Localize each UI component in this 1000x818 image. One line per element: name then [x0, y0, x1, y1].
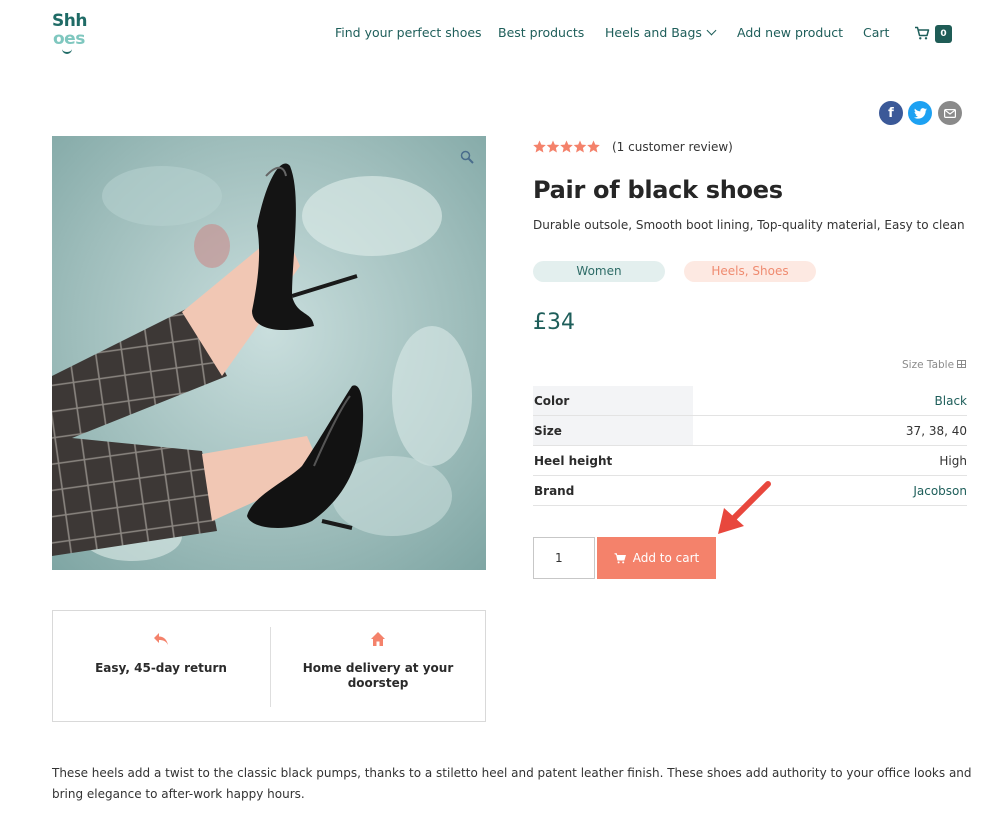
- features-box: Easy, 45-day return Home delivery at you…: [52, 610, 486, 722]
- product-short-description: Durable outsole, Smooth boot lining, Top…: [533, 218, 965, 232]
- return-arrow-icon: [154, 633, 168, 645]
- nav-item-add-product[interactable]: Add new product: [737, 25, 843, 40]
- attribute-label: Color: [533, 386, 693, 415]
- attribute-row-color: Color Black: [533, 386, 967, 416]
- category-tag-women[interactable]: Women: [533, 261, 665, 282]
- chevron-down-icon: [706, 25, 717, 36]
- feature-home-delivery: Home delivery at your doorstep: [270, 611, 486, 721]
- customer-review-link[interactable]: (1 customer review): [612, 140, 733, 154]
- nav-item-cart[interactable]: Cart: [863, 25, 889, 40]
- feature-text: Easy, 45-day return: [95, 661, 227, 675]
- product-long-description: These heels add a twist to the classic b…: [52, 766, 972, 801]
- attribute-value-color[interactable]: Black: [935, 386, 967, 416]
- email-share-button[interactable]: [938, 101, 962, 125]
- logo-smile-mark: [62, 48, 72, 54]
- attribute-row-size: Size 37, 38, 40: [533, 416, 967, 446]
- cart-icon: [614, 552, 626, 563]
- logo-text-bottom: oes: [53, 29, 85, 49]
- attribute-label: Size: [533, 416, 693, 445]
- cart-icon[interactable]: [914, 26, 930, 40]
- size-table-label: Size Table: [902, 359, 955, 371]
- envelope-icon: [944, 108, 956, 118]
- rating-stars: [533, 140, 600, 153]
- attribute-value-brand[interactable]: Jacobson: [913, 476, 967, 506]
- site-logo[interactable]: Shh oes: [52, 12, 92, 56]
- nav-item-heels-and-bags[interactable]: Heels and Bags: [605, 25, 717, 40]
- attribute-value-heel-height: High: [939, 454, 967, 468]
- nav-item-heels-and-bags-label: Heels and Bags: [605, 25, 702, 40]
- size-table-link[interactable]: Size Table: [902, 359, 967, 371]
- attribute-value-size: 37, 38, 40: [905, 424, 967, 438]
- add-to-cart-label: Add to cart: [632, 551, 700, 565]
- attribute-label: Brand: [534, 484, 575, 498]
- quantity-input[interactable]: [533, 537, 595, 579]
- table-icon: [957, 360, 967, 368]
- feature-text: Home delivery at your doorstep: [302, 661, 454, 690]
- category-tag-heels-shoes[interactable]: Heels, Shoes: [684, 261, 816, 282]
- feature-easy-return: Easy, 45-day return: [53, 611, 269, 721]
- attribute-label: Heel height: [534, 454, 613, 468]
- zoom-icon[interactable]: [460, 150, 474, 164]
- nav-item-find-shoes[interactable]: Find your perfect shoes: [335, 25, 482, 40]
- facebook-icon: f: [888, 105, 894, 121]
- attribute-row-heel-height: Heel height High: [533, 446, 967, 476]
- nav-item-best-products[interactable]: Best products: [498, 25, 584, 40]
- product-title: Pair of black shoes: [533, 176, 783, 204]
- twitter-share-button[interactable]: [908, 101, 932, 125]
- product-photo[interactable]: [52, 136, 486, 570]
- facebook-share-button[interactable]: f: [879, 101, 903, 125]
- home-icon: [371, 632, 385, 646]
- annotation-arrow-icon: [718, 481, 771, 534]
- cart-count-badge[interactable]: 0: [935, 25, 952, 43]
- twitter-icon: [913, 107, 927, 119]
- product-price: £34: [533, 310, 575, 335]
- add-to-cart-button[interactable]: Add to cart: [597, 537, 716, 579]
- product-photo-heels: [52, 136, 486, 570]
